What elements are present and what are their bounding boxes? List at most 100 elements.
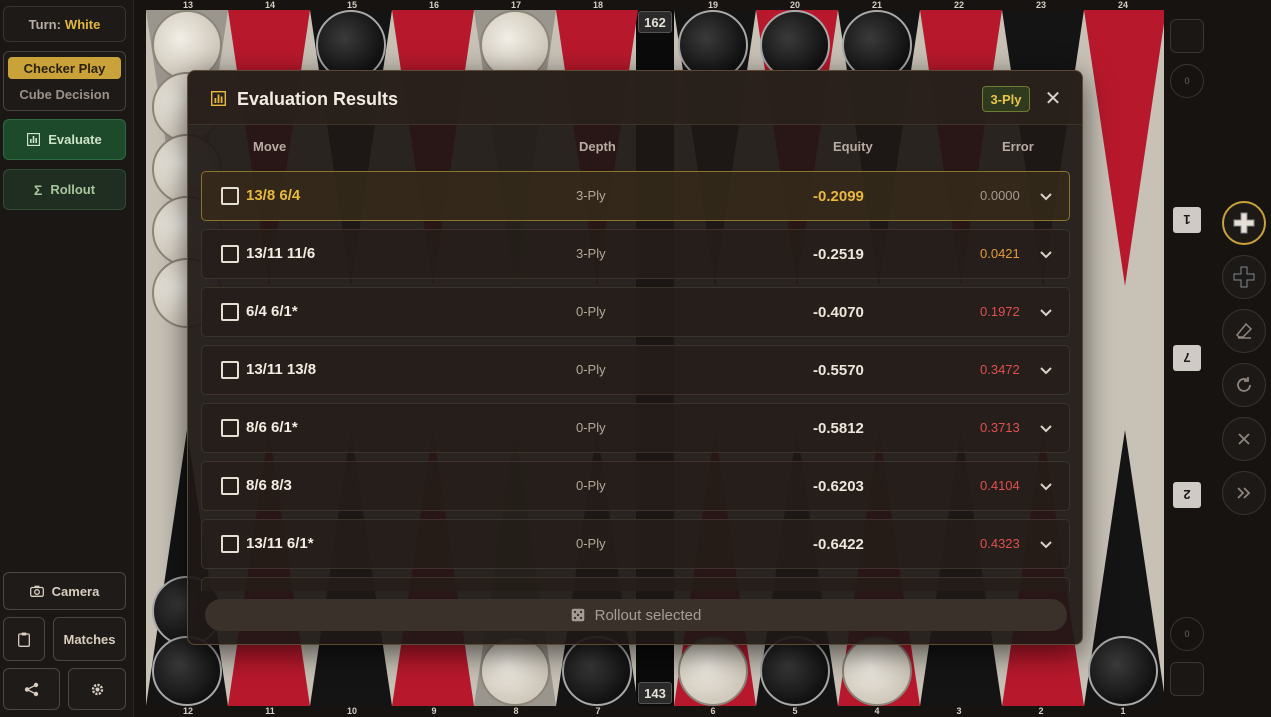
app-root: Turn: White Checker Play Cube Decision E… [0, 0, 1271, 717]
eraser-tool[interactable] [1222, 309, 1266, 353]
board-point-top-12[interactable] [1084, 10, 1164, 286]
row-checkbox[interactable] [221, 361, 239, 379]
point-number-bottom: 7 [595, 706, 601, 716]
move-row[interactable] [201, 577, 1070, 591]
point-number-bottom: 4 [874, 706, 880, 716]
modal-title: Evaluation Results [237, 89, 399, 109]
row-checkbox[interactable] [221, 535, 239, 553]
add-black-checker-tool[interactable] [1222, 255, 1266, 299]
point-number-top: 19 [707, 0, 718, 10]
move-text: 13/8 6/4 [246, 187, 301, 204]
move-text: 8/6 8/3 [246, 477, 292, 494]
move-text: 13/11 13/8 [246, 361, 317, 378]
ply-badge[interactable]: 3-Ply [982, 86, 1030, 112]
evaluation-modal: Evaluation Results 3-Ply ✕ Move Depth Eq… [187, 70, 1083, 645]
dice-icon [571, 608, 584, 622]
column-depth[interactable]: Depth [579, 139, 616, 154]
chevron-down-icon[interactable] [1039, 306, 1053, 320]
white-checker[interactable] [842, 636, 912, 706]
chevron-down-icon[interactable] [1039, 364, 1053, 378]
eraser-icon [1235, 322, 1253, 339]
camera-button[interactable]: Camera [3, 572, 126, 610]
move-text: 13/11 11/6 [246, 245, 316, 262]
move-text: 8/6 6/1* [246, 419, 298, 436]
black-checker[interactable] [562, 636, 632, 706]
row-checkbox[interactable] [221, 245, 239, 263]
row-checkbox[interactable] [221, 419, 239, 437]
fast-forward-tool[interactable] [1222, 471, 1266, 515]
point-number-bottom: 10 [346, 706, 357, 716]
equity-text: -0.2099 [813, 188, 864, 205]
move-row[interactable]: 13/11 13/8 0-Ply -0.5570 0.3472 [201, 345, 1070, 395]
plus-icon [1233, 212, 1255, 234]
die-label-2: 7 [1173, 345, 1201, 371]
rollout-selected-button[interactable]: Rollout selected [205, 599, 1067, 631]
turn-value: White [64, 16, 101, 32]
plus-icon [1233, 266, 1255, 288]
column-move[interactable]: Move [253, 139, 286, 154]
chevron-down-icon[interactable] [1039, 190, 1053, 204]
add-checker-tool[interactable] [1222, 201, 1266, 245]
chevron-down-icon[interactable] [1039, 248, 1053, 262]
clipboard-button[interactable] [3, 617, 45, 661]
clipboard-icon [18, 632, 30, 647]
move-row[interactable]: 8/6 6/1* 0-Ply -0.5812 0.3713 [201, 403, 1070, 453]
chart-icon [211, 91, 226, 106]
turn-indicator: Turn: White [3, 6, 126, 42]
equity-text: -0.6422 [813, 536, 864, 553]
error-text: 0.1972 [980, 304, 1020, 319]
fast-forward-icon [1237, 487, 1251, 499]
move-row[interactable]: 8/6 8/3 0-Ply -0.6203 0.4104 [201, 461, 1070, 511]
refresh-tool[interactable] [1222, 363, 1266, 407]
rollout-label: Rollout [50, 182, 96, 197]
close-icon [1238, 433, 1250, 445]
settings-button[interactable] [68, 668, 126, 710]
black-checker[interactable] [152, 636, 222, 706]
column-error[interactable]: Error [1002, 139, 1034, 154]
error-text: 0.4323 [980, 536, 1020, 551]
rollout-button[interactable]: Σ Rollout [3, 169, 126, 210]
refresh-icon [1237, 377, 1251, 392]
row-checkbox[interactable] [221, 187, 239, 205]
point-number-top: 20 [789, 0, 800, 10]
move-row[interactable]: 13/11 6/1* 0-Ply -0.6422 0.4323 [201, 519, 1070, 569]
point-number-bottom: 3 [956, 706, 962, 716]
error-text: 0.3713 [980, 420, 1020, 435]
evaluate-label: Evaluate [48, 132, 102, 147]
bottom-tray[interactable] [1170, 662, 1204, 696]
matches-button[interactable]: Matches [53, 617, 126, 661]
row-checkbox[interactable] [221, 477, 239, 495]
close-button[interactable]: ✕ [1041, 86, 1065, 110]
white-checker[interactable] [678, 636, 748, 706]
point-number-top: 22 [953, 0, 964, 10]
equity-text: -0.5570 [813, 362, 864, 379]
pip-count-bottom: 143 [638, 682, 672, 704]
point-number-top: 13 [182, 0, 193, 10]
black-checker[interactable] [1088, 636, 1158, 706]
chevron-down-icon[interactable] [1039, 538, 1053, 552]
point-number-top: 15 [346, 0, 357, 10]
move-row[interactable]: 13/11 11/6 3-Ply -0.2519 0.0421 [201, 229, 1070, 279]
evaluate-button[interactable]: Evaluate [3, 119, 126, 160]
chevron-down-icon[interactable] [1039, 422, 1053, 436]
checker-play-tab[interactable]: Checker Play [8, 57, 121, 79]
row-checkbox[interactable] [221, 303, 239, 321]
move-row[interactable]: 13/8 6/4 3-Ply -0.2099 0.0000 [201, 171, 1070, 221]
white-checker[interactable] [480, 636, 550, 706]
move-row[interactable]: 6/4 6/1* 0-Ply -0.4070 0.1972 [201, 287, 1070, 337]
share-button[interactable] [3, 668, 60, 710]
equity-text: -0.4070 [813, 304, 864, 321]
clear-tool[interactable] [1222, 417, 1266, 461]
camera-icon [29, 585, 44, 597]
modal-header: Evaluation Results 3-Ply ✕ [188, 71, 1082, 125]
point-number-bottom: 5 [792, 706, 798, 716]
move-text: 6/4 6/1* [246, 303, 298, 320]
top-tray[interactable] [1170, 19, 1204, 53]
column-equity[interactable]: Equity [833, 139, 873, 154]
chevron-down-icon[interactable] [1039, 480, 1053, 494]
cube-decision-tab[interactable]: Cube Decision [8, 83, 121, 105]
black-checker[interactable] [760, 636, 830, 706]
point-number-top: 18 [592, 0, 603, 10]
camera-label: Camera [51, 583, 100, 599]
cube-count-top: 0 [1170, 64, 1204, 98]
